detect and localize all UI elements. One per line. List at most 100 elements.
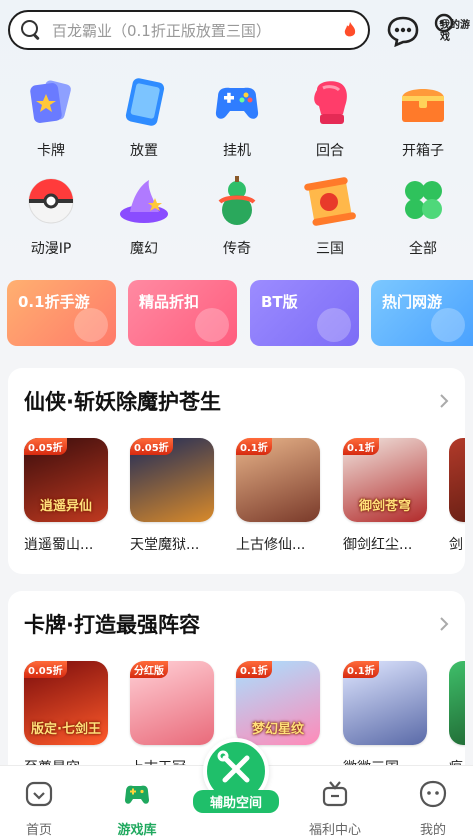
promo-premium-discount[interactable]: 精品折扣 xyxy=(128,280,237,346)
cover-title: 御剑苍穹 xyxy=(358,499,411,514)
promo-label: 精品折扣 xyxy=(139,293,200,311)
fire-icon xyxy=(344,22,356,37)
game-cover: 0.05折 xyxy=(130,438,214,522)
discount-badge: 0.1折 xyxy=(236,661,272,678)
scroll-icon xyxy=(301,172,359,230)
boxing-glove-icon xyxy=(301,74,359,132)
discount-badge: 0.1折 xyxy=(236,438,272,455)
game-card[interactable]: 剑 xyxy=(449,438,465,554)
search-bar[interactable]: 百龙霸业（0.1折正版放置三国） xyxy=(8,10,370,50)
tv-gift-icon xyxy=(322,781,348,807)
section-title: 卡牌·打造最强阵容 xyxy=(24,613,200,637)
category-loot-box[interactable]: 开箱子 xyxy=(383,74,463,160)
game-card[interactable]: 0.05折 版定·七剑王 至尊是空... xyxy=(24,661,114,777)
nav-label: 福利中心 xyxy=(308,823,361,837)
category-label: 回合 xyxy=(316,143,344,159)
nav-library[interactable]: 游戏库 xyxy=(92,766,182,837)
nav-home[interactable]: 首页 xyxy=(0,766,84,837)
game-name: 天堂魔狱... xyxy=(130,537,200,553)
nav-welfare[interactable]: 福利中心 xyxy=(290,766,380,837)
discount-badge: 分红版 xyxy=(130,661,168,678)
game-cover: 0.1折 梦幻星纹 xyxy=(236,661,320,745)
clover-icon xyxy=(394,172,452,230)
assist-space-label: 辅助空间 xyxy=(193,790,279,813)
gourd-icon xyxy=(208,172,266,230)
nav-label: 游戏库 xyxy=(117,823,157,837)
promo-hot-online[interactable]: 热门网游 xyxy=(371,280,473,346)
promo-bt-version[interactable]: BT版 xyxy=(250,280,359,346)
category-legend[interactable]: 传奇 xyxy=(197,172,277,258)
category-label: 传奇 xyxy=(223,241,251,257)
category-label: 全部 xyxy=(409,241,437,257)
discount-badge: 0.05折 xyxy=(130,438,173,455)
category-turn-based[interactable]: 回合 xyxy=(290,74,370,160)
cover-title: 版定·七剑王 xyxy=(31,722,101,737)
game-cover: 0.1折 xyxy=(236,438,320,522)
category-all[interactable]: 全部 xyxy=(383,172,463,258)
game-card[interactable]: 0.1折 御剑苍穹 御剑红尘... xyxy=(343,438,433,554)
game-name: 上古修仙... xyxy=(236,537,306,553)
discount-badge: 0.1折 xyxy=(343,661,379,678)
game-card[interactable]: 0.05折 天堂魔狱... xyxy=(130,438,220,554)
nav-label: 首页 xyxy=(25,823,52,837)
discount-tag-icon xyxy=(195,308,229,342)
category-label: 三国 xyxy=(316,241,344,257)
game-name: 御剑红尘... xyxy=(343,537,413,553)
nav-label: 我的 xyxy=(419,823,446,837)
chevron-right-icon[interactable] xyxy=(437,392,451,410)
promo-0.1-discount[interactable]: 0.1折手游 xyxy=(7,280,116,346)
message-icon[interactable] xyxy=(386,15,420,47)
my-games-button[interactable]: 我的游戏 xyxy=(430,12,470,50)
home-icon xyxy=(25,781,53,807)
cover-title: 梦幻星纹 xyxy=(251,722,304,737)
game-name: 剑 xyxy=(449,537,463,553)
game-cover xyxy=(449,438,465,522)
game-name: 逍遥蜀山... xyxy=(24,537,94,553)
nav-mine[interactable]: 我的 xyxy=(388,766,473,837)
discount-badge: 0.05折 xyxy=(24,661,67,678)
category-label: 挂机 xyxy=(223,143,251,159)
promo-label: 热门网游 xyxy=(382,293,443,311)
game-card[interactable]: 0.05折 逍遥异仙 逍遥蜀山... xyxy=(24,438,114,554)
cover-title: 逍遥异仙 xyxy=(39,499,92,514)
category-three-kingdoms[interactable]: 三国 xyxy=(290,172,370,258)
category-label: 动漫IP xyxy=(30,241,72,257)
category-anime-ip[interactable]: 动漫IP xyxy=(11,172,91,258)
treasure-chest-icon xyxy=(394,74,452,132)
category-label: 放置 xyxy=(130,143,158,159)
game-cover: 0.1折 xyxy=(343,661,427,745)
chevron-right-icon[interactable] xyxy=(437,615,451,633)
category-label: 卡牌 xyxy=(37,143,65,159)
ghost-icon xyxy=(317,308,351,342)
mascot-icon xyxy=(74,308,108,342)
category-label: 魔幻 xyxy=(130,241,158,257)
game-cover: 0.1折 御剑苍穹 xyxy=(343,438,427,522)
cards-icon xyxy=(22,74,80,132)
game-card[interactable]: 0.1折 上古修仙... xyxy=(236,438,326,554)
category-cards[interactable]: 卡牌 xyxy=(11,74,91,160)
promo-label: BT版 xyxy=(261,293,298,311)
discount-badge: 0.1折 xyxy=(343,438,379,455)
game-card[interactable]: 0.1折 微微三国... xyxy=(343,661,433,777)
game-cover: 分红版 xyxy=(130,661,214,745)
section-xianxia: 仙侠·斩妖除魔护苍生 0.05折 逍遥异仙 逍遥蜀山... 0.05折 天堂魔狱… xyxy=(8,368,465,574)
category-label: 开箱子 xyxy=(402,143,444,159)
section-title: 仙侠·斩妖除魔护苍生 xyxy=(24,390,221,414)
category-idle[interactable]: 放置 xyxy=(104,74,184,160)
pokeball-icon xyxy=(22,172,80,230)
category-fantasy[interactable]: 魔幻 xyxy=(104,172,184,258)
hot-icon xyxy=(431,308,465,342)
search-icon xyxy=(20,19,42,41)
promo-label: 0.1折手游 xyxy=(18,293,90,311)
discount-badge: 0.05折 xyxy=(24,438,67,455)
wizard-hat-icon xyxy=(115,172,173,230)
my-games-label: 我的游戏 xyxy=(440,20,470,43)
game-cover: 0.05折 版定·七剑王 xyxy=(24,661,108,745)
tablet-icon xyxy=(115,74,173,132)
profile-icon xyxy=(419,780,447,808)
category-afk[interactable]: 挂机 xyxy=(197,74,277,160)
gamepad-icon xyxy=(208,74,266,132)
game-cover: 0.05折 逍遥异仙 xyxy=(24,438,108,522)
game-cover xyxy=(449,661,465,745)
game-card[interactable]: 疯 xyxy=(449,661,465,777)
